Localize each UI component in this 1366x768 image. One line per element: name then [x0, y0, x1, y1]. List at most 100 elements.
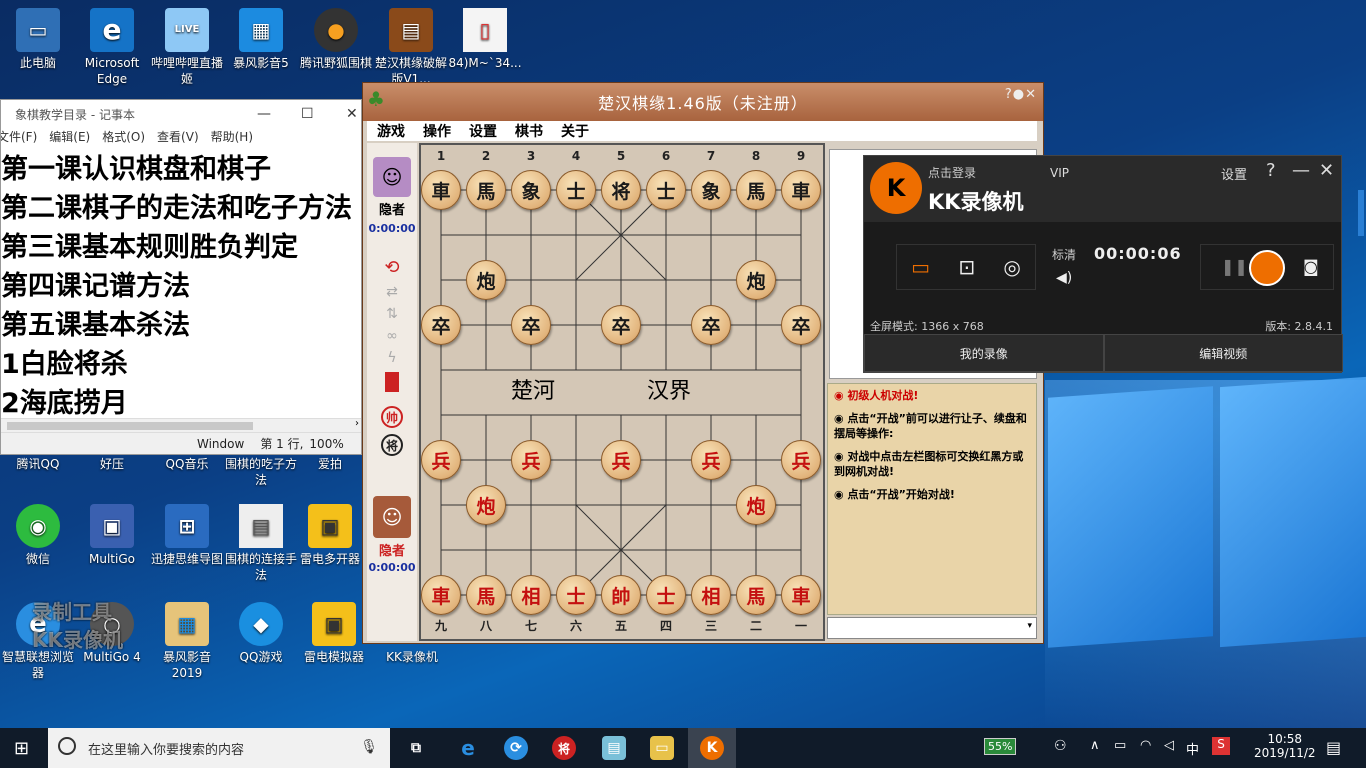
- black-king-icon[interactable]: 将: [381, 434, 403, 456]
- xiangqi-titlebar[interactable]: ♣ 楚汉棋缘1.46版（未注册） ?●✕: [363, 83, 1043, 121]
- battery-icon[interactable]: ▭: [1114, 738, 1126, 753]
- notepad-text-area[interactable]: 第一课认识棋盘和棋子 第二课棋子的走法和吃子方法 第三课基本规则胜负判定 第四课…: [1, 148, 361, 423]
- region-mode-icon[interactable]: ⊡: [958, 255, 975, 279]
- black-piece[interactable]: 卒: [421, 305, 461, 345]
- minimize-icon[interactable]: —: [257, 106, 271, 122]
- black-piece[interactable]: 卒: [601, 305, 641, 345]
- notepad-titlebar[interactable]: 象棋教学目录 - 记事本 — ☐ ✕: [1, 100, 361, 128]
- red-piece[interactable]: 炮: [736, 485, 776, 525]
- volume-icon[interactable]: ◀): [1056, 270, 1072, 286]
- close-icon[interactable]: ✕: [346, 106, 358, 122]
- menu-about[interactable]: 关于: [561, 121, 589, 141]
- arrows-icon[interactable]: ⇄: [367, 284, 417, 300]
- black-piece[interactable]: 卒: [511, 305, 551, 345]
- book-icon[interactable]: [385, 372, 399, 392]
- desktop-icon-wechat[interactable]: ◉ 微信: [0, 504, 76, 567]
- black-piece[interactable]: 卒: [781, 305, 821, 345]
- scrollbar-thumb[interactable]: [7, 422, 253, 430]
- red-piece[interactable]: 車: [781, 575, 821, 615]
- desktop-icon-go-connect[interactable]: ▤ 围棋的连接手法: [223, 504, 299, 583]
- desktop-icon-this-pc[interactable]: ▭ 此电脑: [0, 8, 76, 71]
- dropdown-arrow-icon[interactable]: ▾: [1027, 621, 1032, 631]
- ime-indicator[interactable]: 中: [1186, 739, 1199, 758]
- desktop-icon-qqgame[interactable]: ◆ QQ游戏: [223, 602, 299, 665]
- black-piece[interactable]: 車: [781, 170, 821, 210]
- red-piece[interactable]: 士: [646, 575, 686, 615]
- speaker-icon[interactable]: ◁: [1164, 738, 1174, 753]
- vip-badge[interactable]: VIP: [1050, 166, 1069, 180]
- kk-settings-button[interactable]: 设置: [1221, 164, 1247, 183]
- window-controls-icon[interactable]: ?●✕: [1005, 87, 1037, 102]
- menu-operate[interactable]: 操作: [423, 121, 451, 141]
- red-king-icon[interactable]: 帅: [381, 406, 403, 428]
- black-piece[interactable]: 士: [556, 170, 596, 210]
- desktop-icon-multigo[interactable]: ▣ MultiGo: [74, 504, 150, 567]
- black-piece[interactable]: 車: [421, 170, 461, 210]
- red-piece[interactable]: 馬: [466, 575, 506, 615]
- red-piece[interactable]: 兵: [511, 440, 551, 480]
- login-link[interactable]: 点击登录: [928, 164, 976, 181]
- minimize-icon[interactable]: —: [1292, 160, 1310, 181]
- red-piece[interactable]: 兵: [601, 440, 641, 480]
- browser-icon[interactable]: ⟳: [504, 736, 528, 760]
- menu-books[interactable]: 棋书: [515, 121, 543, 141]
- link-icon[interactable]: ∞: [367, 328, 417, 344]
- desktop-icon-haozip[interactable]: 好压: [74, 456, 150, 472]
- sogou-icon[interactable]: S: [1212, 737, 1230, 755]
- notepad-window[interactable]: 象棋教学目录 - 记事本 — ☐ ✕ 文件(F) 编辑(E) 格式(O) 查看(…: [0, 99, 362, 455]
- tab-edit-video[interactable]: 编辑视频: [1103, 334, 1343, 372]
- black-piece[interactable]: 象: [691, 170, 731, 210]
- black-piece[interactable]: 炮: [466, 260, 506, 300]
- black-piece[interactable]: 馬: [736, 170, 776, 210]
- black-piece[interactable]: 象: [511, 170, 551, 210]
- pause-icon[interactable]: ❚❚: [1221, 257, 1248, 276]
- red-piece[interactable]: 車: [421, 575, 461, 615]
- red-piece[interactable]: 士: [556, 575, 596, 615]
- desktop-icon-ldmulti[interactable]: ▣ 雷电多开器: [298, 504, 362, 567]
- red-piece[interactable]: 炮: [466, 485, 506, 525]
- help-icon[interactable]: ?: [1266, 160, 1276, 181]
- desktop-icon-ldplayer[interactable]: ▣ 雷电模拟器: [298, 602, 370, 665]
- fullscreen-mode-icon[interactable]: ▭: [911, 255, 930, 279]
- red-piece[interactable]: 馬: [736, 575, 776, 615]
- tray-chevron-icon[interactable]: ∧: [1090, 738, 1100, 753]
- battery-indicator[interactable]: 55%: [984, 738, 1017, 755]
- desktop-icon-qq[interactable]: 腾讯QQ: [0, 456, 76, 472]
- black-piece[interactable]: 士: [646, 170, 686, 210]
- maximize-icon[interactable]: ☐: [301, 106, 314, 122]
- swap-sides-icon[interactable]: ⟲: [367, 257, 417, 278]
- kk-recorder-panel[interactable]: K 点击登录 VIP KK录像机 设置 ? — ✕ ▭ ⊡ ◎ 标清 ◀) 00…: [863, 155, 1343, 373]
- menu-edit[interactable]: 编辑(E): [49, 128, 90, 148]
- black-piece[interactable]: 将: [601, 170, 641, 210]
- menu-help[interactable]: 帮助(H): [211, 128, 253, 148]
- record-button[interactable]: [1249, 250, 1285, 286]
- black-piece[interactable]: 炮: [736, 260, 776, 300]
- people-icon[interactable]: ⚇: [1054, 738, 1067, 754]
- scroll-right-icon[interactable]: ›: [355, 418, 359, 429]
- menu-view[interactable]: 查看(V): [157, 128, 199, 148]
- game-mode-icon[interactable]: ◎: [1003, 255, 1020, 279]
- taskbar-search[interactable]: 在这里输入你要搜索的内容 🎙: [48, 728, 390, 768]
- red-piece[interactable]: 相: [691, 575, 731, 615]
- red-piece[interactable]: 兵: [691, 440, 731, 480]
- menu-file[interactable]: 文件(F): [1, 128, 37, 148]
- xiangqi-board[interactable]: 楚河 汉界 123456789九八七六五四三二一車馬象士将士象馬車炮炮卒卒卒卒卒…: [419, 143, 825, 641]
- microphone-icon[interactable]: 🎙: [360, 739, 378, 755]
- desktop-icon-aipai[interactable]: 爱拍: [298, 456, 362, 472]
- engine-select[interactable]: ▾: [827, 617, 1037, 639]
- notepad-icon[interactable]: ▤: [602, 736, 626, 760]
- red-piece[interactable]: 相: [511, 575, 551, 615]
- lightning-icon[interactable]: ϟ: [367, 350, 417, 366]
- desktop-icon-edge[interactable]: e Microsoft Edge: [74, 8, 150, 87]
- tab-my-recordings[interactable]: 我的录像: [864, 334, 1104, 372]
- xiangqi-app-icon[interactable]: 将: [552, 736, 576, 760]
- updown-icon[interactable]: ⇅: [367, 306, 417, 322]
- task-view-icon[interactable]: ⧉: [404, 736, 428, 760]
- desktop-icon-image[interactable]: ▯ 84)M~`34...: [447, 8, 523, 71]
- desktop-icon-baofeng2019[interactable]: ▦ 暴风影音2019: [149, 602, 225, 681]
- taskbar-kk-active[interactable]: K: [688, 728, 736, 768]
- camera-icon[interactable]: ◙: [1303, 257, 1319, 276]
- desktop-icon-go-capture[interactable]: 围棋的吃子方法: [223, 456, 299, 488]
- desktop-icon-baofeng[interactable]: ▦ 暴风影音5: [223, 8, 299, 71]
- menu-settings[interactable]: 设置: [469, 121, 497, 141]
